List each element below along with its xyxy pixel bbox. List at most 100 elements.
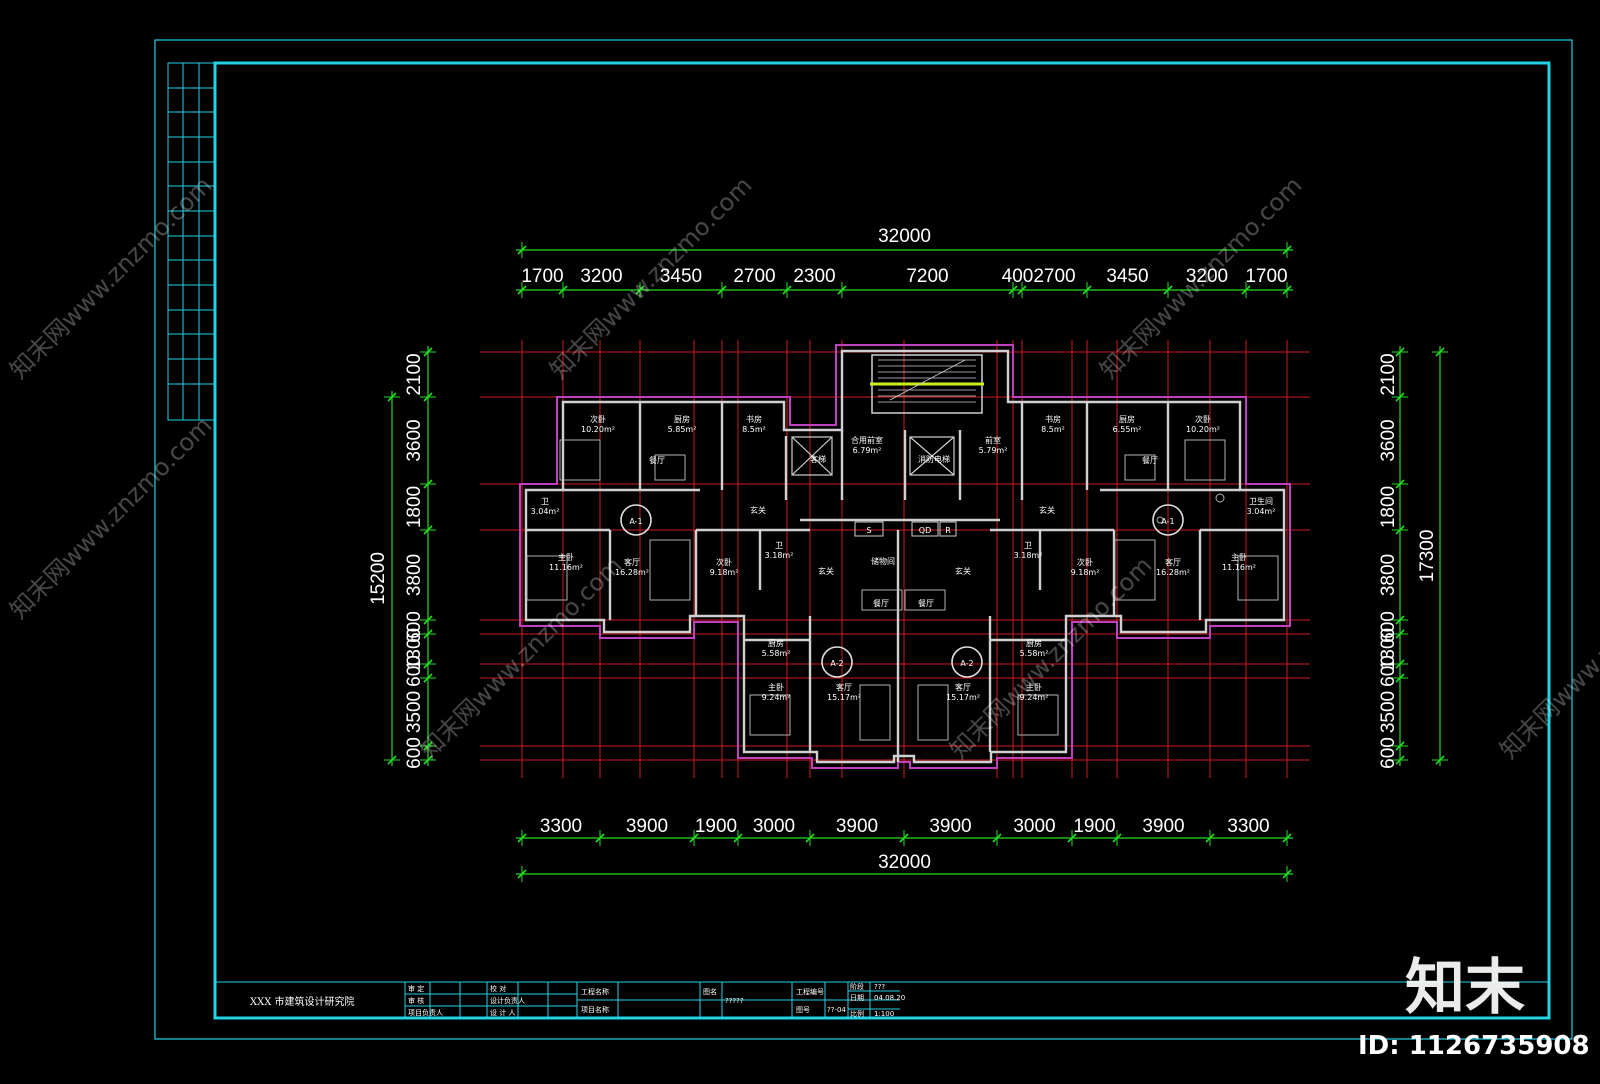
room-name: 餐厅 — [1142, 456, 1158, 465]
room-name: 餐厅 — [918, 599, 934, 608]
svg-text:??-04: ??-04 — [827, 1006, 846, 1014]
room-name: 主卧 — [1231, 552, 1247, 562]
room-name: 卫 — [1024, 541, 1032, 550]
room-name: 书房 — [746, 414, 762, 424]
svg-text:QD: QD — [919, 526, 931, 535]
svg-text:阶段: 阶段 — [850, 982, 864, 991]
top-dimension-label: 3200 — [580, 266, 622, 287]
room-area: 10.20m² — [1186, 425, 1220, 434]
bottom-dimension-label: 3300 — [1227, 816, 1269, 837]
unit-tag-4: A-2 — [951, 646, 983, 678]
room-area: 16.28m² — [1156, 568, 1190, 577]
svg-text:工程编号: 工程编号 — [796, 987, 824, 996]
top-dimension-label: 2700 — [1033, 266, 1075, 287]
room-name: 玄关 — [818, 566, 834, 576]
room-area: 10.20m² — [581, 425, 615, 434]
room-name: 书房 — [1045, 414, 1061, 424]
room-area: 8.5m² — [742, 425, 766, 434]
room-name: 客厅 — [836, 682, 852, 692]
room-name: 卫 — [775, 541, 783, 550]
top-dimension-label: 1700 — [1245, 266, 1287, 287]
right-dimension-label: 3500 — [1378, 691, 1399, 733]
room-name: 次卧 — [590, 414, 606, 424]
svg-text:校 对: 校 对 — [490, 984, 506, 993]
room-area: 3.18m² — [765, 551, 794, 560]
svg-text:项目负责人: 项目负责人 — [408, 1008, 443, 1017]
left-dimension-label: 3800 — [404, 554, 425, 596]
room-labels: 次卧10.20m²厨房5.85m²书房8.5m²餐厅卫3.04m²主卧11.16… — [531, 414, 1276, 702]
building-outline — [519, 344, 1291, 769]
room-name: 客厅 — [624, 557, 640, 567]
room-name: 客梯 — [810, 454, 826, 464]
left-dimension-label: 1800 — [404, 486, 425, 528]
svg-text:设 计 人: 设 计 人 — [490, 1008, 515, 1017]
room-area: 9.18m² — [1071, 568, 1100, 577]
right-dimension-label: 2100 — [1378, 353, 1399, 395]
svg-text:比例: 比例 — [850, 1009, 864, 1018]
svg-text:知末网www.znzmo.com: 知末网www.znzmo.com — [944, 551, 1157, 764]
room-name: 厨房 — [1026, 638, 1042, 648]
top-dimension-label: 400 — [1002, 266, 1034, 287]
svg-text:图名: 图名 — [703, 987, 717, 996]
room-area: 15.17m² — [946, 693, 980, 702]
stairwell — [870, 354, 984, 414]
room-name: 玄关 — [1039, 505, 1055, 515]
binding-margin-table — [167, 62, 216, 421]
left-dimension-label: 2100 — [404, 353, 425, 395]
svg-text:S: S — [866, 526, 871, 535]
room-area: 5.58m² — [762, 649, 791, 658]
room-name: 前室 — [985, 435, 1001, 445]
right-dimension-label: 600 — [1378, 737, 1399, 769]
room-name: 次卧 — [1077, 557, 1093, 567]
room-name: 卫 — [541, 497, 549, 506]
right-dimension-label: 600 — [1378, 655, 1399, 687]
svg-text:04.08.20: 04.08.20 — [874, 994, 905, 1002]
bottom-dimension-label: 3900 — [836, 816, 878, 837]
room-name: 主卧 — [558, 552, 574, 562]
svg-text:审 核: 审 核 — [408, 996, 424, 1005]
svg-text:A-1: A-1 — [1161, 517, 1174, 526]
room-name: 餐厅 — [873, 599, 889, 608]
room-name: 玄关 — [750, 505, 766, 515]
top-dimension-label: 1700 — [521, 266, 563, 287]
room-area: 11.16m² — [549, 563, 583, 572]
room-area: 3.18m² — [1014, 551, 1043, 560]
svg-text:审 定: 审 定 — [408, 984, 424, 993]
room-name: 合用前室 — [851, 435, 883, 445]
watermark-id: ID: 1126735908 — [1358, 1031, 1590, 1061]
room-area: 3.04m² — [531, 507, 560, 516]
dimension-text: 1700 3200 3450 2700 2300 7200 400 2700 3450 3200 1… — [368, 226, 1438, 873]
svg-text:???: ??? — [874, 983, 885, 991]
bottom-dimension-label: 1900 — [695, 816, 737, 837]
overall-bottom-dimension-label: 32000 — [878, 852, 931, 873]
bottom-dimension-label: 3900 — [626, 816, 668, 837]
svg-text:A-1: A-1 — [629, 517, 642, 526]
right-dimension-label: 3600 — [1378, 419, 1399, 461]
left-total-dimension-label: 15200 — [368, 552, 389, 605]
room-area: 6.55m² — [1113, 425, 1142, 434]
room-area: 9.24m² — [762, 693, 791, 702]
svg-text:设计负责人: 设计负责人 — [490, 996, 525, 1005]
inner-frame — [213, 61, 1551, 1020]
svg-text:A-2: A-2 — [830, 659, 843, 668]
room-name: 消防电梯 — [918, 454, 950, 464]
svg-text:工程名称: 工程名称 — [581, 987, 609, 996]
room-name: 餐厅 — [649, 456, 665, 465]
svg-text:?????: ????? — [725, 997, 744, 1005]
bottom-dimension-label: 3300 — [540, 816, 582, 837]
room-name: 玄关 — [955, 566, 971, 576]
room-name: 厨房 — [674, 414, 690, 424]
room-area: 5.85m² — [668, 425, 697, 434]
left-dimension-label: 3600 — [404, 419, 425, 461]
right-dimension-label: 3800 — [1378, 554, 1399, 596]
room-name: 次卧 — [716, 557, 732, 567]
room-name: 客厅 — [1165, 557, 1181, 567]
svg-text:项目名称: 项目名称 — [581, 1005, 609, 1014]
dimension-lines — [384, 242, 1448, 882]
bottom-dimension-label: 3900 — [1142, 816, 1184, 837]
right-total-dimension-label: 17300 — [1417, 530, 1438, 583]
svg-text:A-2: A-2 — [960, 659, 973, 668]
svg-text:日期: 日期 — [850, 994, 864, 1002]
bottom-dimension-label: 3000 — [1013, 816, 1055, 837]
unit-tag-3: A-2 — [821, 646, 853, 678]
